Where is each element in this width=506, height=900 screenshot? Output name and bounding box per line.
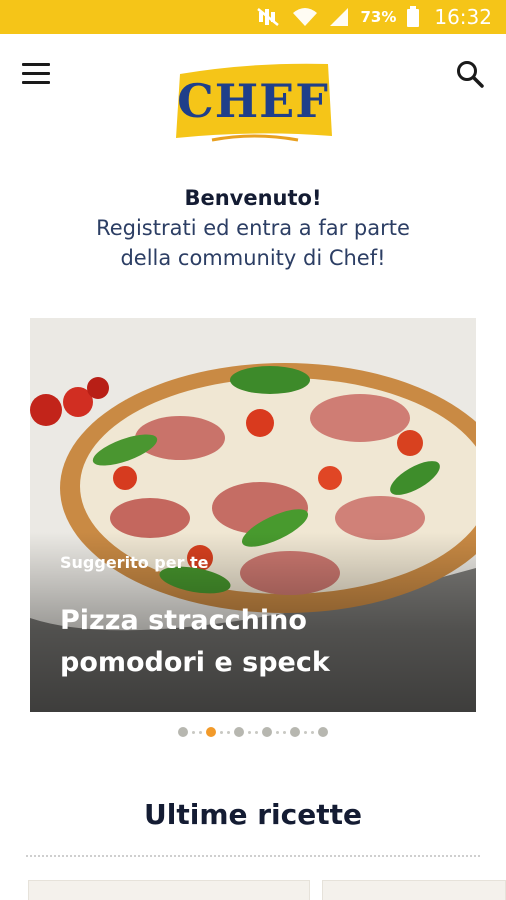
welcome-subtitle-line2[interactable]: della community di Chef!	[0, 246, 506, 270]
app-bar: CHEF	[0, 34, 506, 154]
status-bar: 73% 16:32	[0, 0, 506, 34]
menu-button[interactable]	[22, 58, 58, 88]
pagination-dot[interactable]	[262, 727, 272, 737]
pagination-separator	[283, 730, 286, 734]
pagination-dot[interactable]	[290, 727, 300, 737]
pagination-separator	[192, 730, 195, 734]
recipe-card[interactable]	[28, 880, 310, 900]
chef-logo[interactable]: CHEF	[172, 60, 334, 146]
featured-recipe-card[interactable]: Suggerito per te Pizza stracchino pomodo…	[30, 318, 476, 712]
wifi-icon	[292, 6, 318, 28]
hamburger-menu-icon-bar	[22, 71, 50, 75]
welcome-subtitle-line1[interactable]: Registrati ed entra a far parte	[0, 216, 506, 240]
pagination-separator	[199, 730, 202, 734]
pagination-separator	[220, 730, 223, 734]
pagination-separator	[227, 730, 230, 734]
card-title-line1: Pizza stracchino	[60, 605, 307, 636]
pagination-dot[interactable]	[318, 727, 328, 737]
pagination-separator	[311, 730, 314, 734]
welcome-title: Benvenuto!	[184, 186, 322, 210]
search-button[interactable]	[452, 56, 488, 92]
pagination-separator	[304, 730, 307, 734]
recipe-card[interactable]	[322, 880, 506, 900]
carousel-pagination	[0, 726, 506, 738]
battery-percent: 73%	[360, 8, 397, 26]
logo-text: CHEF	[177, 74, 329, 128]
clock: 16:32	[434, 5, 492, 29]
mute-icon	[256, 7, 282, 27]
battery-icon	[406, 6, 420, 28]
pagination-separator	[248, 730, 251, 734]
pagination-dot[interactable]	[178, 727, 188, 737]
card-title-line2: pomodori e speck	[60, 647, 330, 678]
card-tag: Suggerito per te	[60, 553, 209, 572]
hamburger-menu-icon	[22, 62, 50, 66]
section-divider	[26, 855, 480, 857]
pagination-separator	[255, 730, 258, 734]
hamburger-menu-icon-bar	[22, 80, 50, 84]
pagination-separator	[276, 730, 279, 734]
welcome-block: Benvenuto! Registrati ed entra a far par…	[0, 186, 506, 270]
pagination-dot-active[interactable]	[206, 727, 216, 737]
search-icon	[457, 61, 484, 88]
section-title-latest-recipes: Ultime ricette	[144, 798, 362, 831]
card-title: Pizza stracchino pomodori e speck	[60, 600, 420, 684]
signal-icon	[328, 7, 350, 27]
pagination-dot[interactable]	[234, 727, 244, 737]
